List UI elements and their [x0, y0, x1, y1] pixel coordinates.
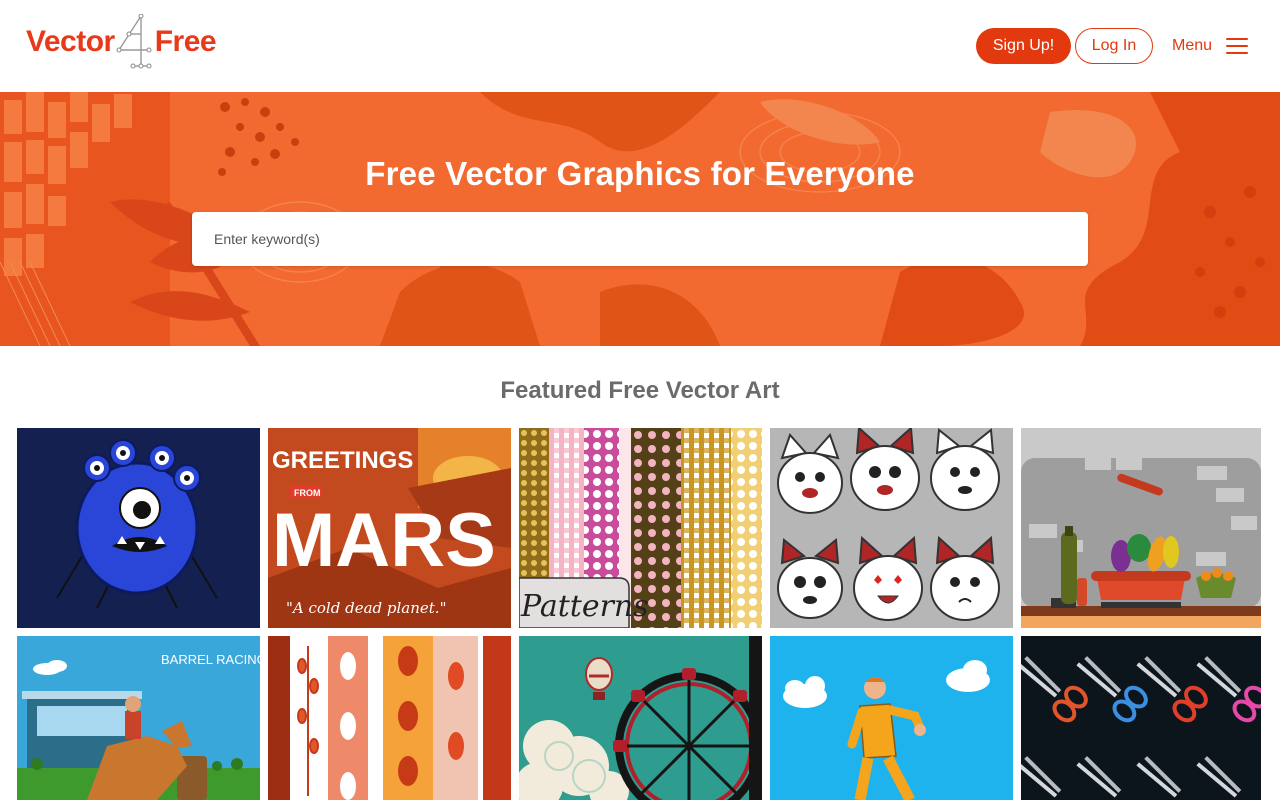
mars-text-greetings: GREETINGS [272, 447, 413, 474]
barrel-racing-text: BARREL RACING [161, 652, 260, 667]
mars-text-from: FROM [294, 488, 321, 498]
mars-text-subtitle: "A cold dead planet." [286, 599, 446, 617]
hero-title: Free Vector Graphics for Everyone [365, 155, 915, 192]
featured-item-walking-man[interactable] [770, 636, 1013, 800]
patterns-text: Patterns [520, 589, 649, 624]
site-header: Vector Free Sign Up! Log In Menu [0, 0, 1280, 92]
hamburger-icon [1226, 38, 1249, 54]
featured-item-cartoon-cats[interactable] [770, 428, 1013, 628]
login-button[interactable]: Log In [1075, 28, 1153, 64]
featured-item-scissors[interactable] [1021, 636, 1261, 800]
featured-item-ferris-wheel[interactable] [519, 636, 762, 800]
featured-item-barrel-racing[interactable]: BARREL RACING [17, 636, 260, 800]
search-input[interactable] [192, 212, 1088, 266]
site-logo[interactable]: Vector Free [26, 14, 218, 70]
featured-item-blue-monster[interactable] [17, 428, 260, 628]
menu-button[interactable]: Menu [1172, 30, 1249, 62]
mars-text-mars: MARS [272, 498, 496, 583]
featured-title: Featured Free Vector Art [500, 377, 780, 404]
featured-item-greetings-from-mars[interactable]: GREETINGS FROM MARS "A cold dead planet.… [268, 428, 511, 628]
logo-text-free: Free [154, 25, 217, 58]
featured-item-cooking-pot[interactable] [1021, 428, 1261, 628]
signup-button[interactable]: Sign Up! [976, 28, 1071, 64]
featured-item-autumn-leaves[interactable] [268, 636, 511, 800]
logo-text-vector: Vector [26, 25, 115, 58]
menu-label: Menu [1172, 37, 1213, 54]
featured-item-patterns[interactable]: Patterns [519, 428, 762, 628]
hero-banner: Free Vector Graphics for Everyone [0, 92, 1280, 346]
logo-four-mark [115, 14, 155, 70]
